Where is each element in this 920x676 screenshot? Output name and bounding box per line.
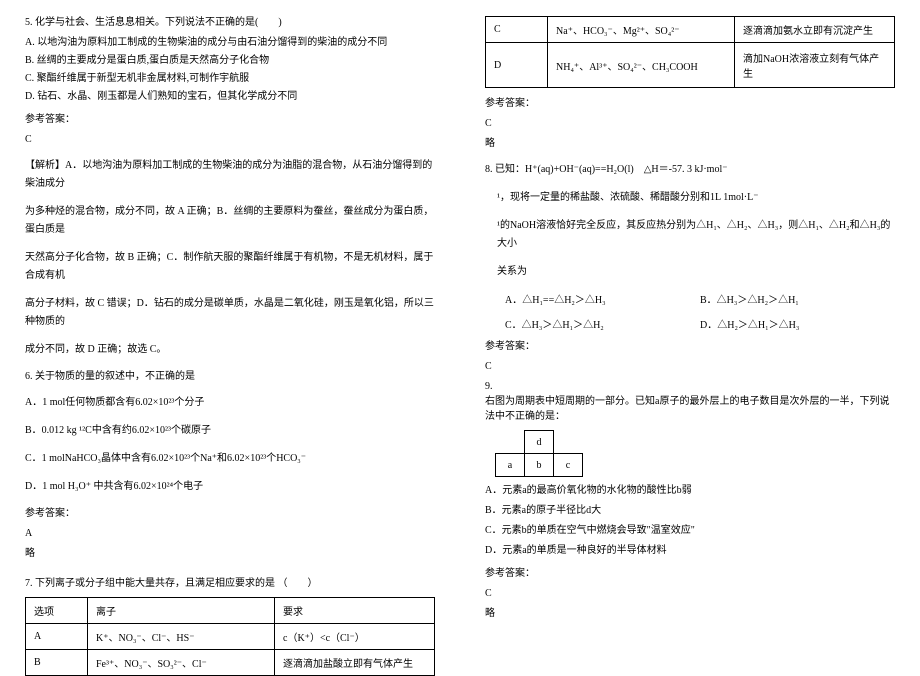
q8-opt-a: A．△H₁==△H₂＞△H₃: [505, 291, 700, 306]
q8-stem-3: ¹的NaOH溶液恰好完全反应，其反应热分别为△H₁、△H₂、△H₃，则△H₁、△…: [485, 217, 895, 253]
cell: 滴加NaOH浓溶液立刻有气体产生: [735, 43, 895, 88]
q9-answer: C: [485, 586, 895, 601]
cell: C: [486, 17, 548, 43]
table-row: a b c: [496, 454, 583, 477]
q8-answer-label: 参考答案：: [485, 339, 895, 354]
q5-expl-3: 天然高分子化合物，故 B 正确；C．制作航天服的聚酯纤维属于有机物，不是无机材料…: [25, 249, 435, 285]
q6-opt-b: B．0.012 kg ¹²C中含有约6.02×10²³个碳原子: [25, 422, 435, 440]
q8-stem-4: 关系为: [485, 263, 895, 281]
q9-answer-label: 参考答案：: [485, 566, 895, 581]
q7-table: 选项 离子 要求 A K⁺、NO₃⁻、Cl⁻、HS⁻ c（K⁺）<c（Cl⁻） …: [25, 597, 435, 676]
table-row: d: [496, 431, 583, 454]
q6-note: 略: [25, 546, 435, 561]
q6-opt-c: C．1 molNaHCO₃晶体中含有6.02×10²³个Na⁺和6.02×10²…: [25, 450, 435, 468]
q8-answer: C: [485, 359, 895, 374]
q7-stem: 7. 下列离子或分子组中能大量共存，且满足相应要求的是 （ ）: [25, 576, 435, 591]
cell-a: a: [496, 454, 525, 477]
cell: B: [26, 650, 88, 676]
cell-c: c: [554, 454, 583, 477]
q9-opt-a: A．元素a的最高价氧化物的水化物的酸性比b弱: [485, 483, 895, 498]
q7-answer: C: [485, 116, 895, 131]
q9-period-table: d a b c: [495, 430, 583, 477]
cell: c（K⁺）<c（Cl⁻）: [275, 624, 435, 650]
table-row: A K⁺、NO₃⁻、Cl⁻、HS⁻ c（K⁺）<c（Cl⁻）: [26, 624, 435, 650]
cell-d: d: [525, 431, 554, 454]
q6-stem: 6. 关于物质的量的叙述中，不正确的是: [25, 369, 435, 384]
q5-expl-5: 成分不同，故 D 正确；故选 C。: [25, 341, 435, 359]
cell-b: b: [525, 454, 554, 477]
q8-stem-1: 8. 已知：H⁺(aq)+OH⁻(aq)==H₂O(l) △H＝-57. 3 k…: [485, 161, 895, 179]
cell: Fe³⁺、NO₃⁻、SO₃²⁻、Cl⁻: [88, 650, 275, 676]
table-row: B Fe³⁺、NO₃⁻、SO₃²⁻、Cl⁻ 逐滴滴加盐酸立即有气体产生: [26, 650, 435, 676]
q7-table-cont: C Na⁺、HCO₃⁻、Mg²⁺、SO₄²⁻ 逐滴滴加氨水立即有沉淀产生 D N…: [485, 16, 895, 88]
cell: D: [486, 43, 548, 88]
cell: Na⁺、HCO₃⁻、Mg²⁺、SO₄²⁻: [548, 17, 735, 43]
table-row: C Na⁺、HCO₃⁻、Mg²⁺、SO₄²⁻ 逐滴滴加氨水立即有沉淀产生: [486, 17, 895, 43]
cell: 逐滴滴加盐酸立即有气体产生: [275, 650, 435, 676]
q6-opt-a: A．1 mol任何物质都含有6.02×10²³个分子: [25, 394, 435, 412]
q6-opt-d: D．1 mol H₃O⁺ 中共含有6.02×10²⁴个电子: [25, 478, 435, 496]
q5-stem: 5. 化学与社会、生活息息相关。下列说法不正确的是( ): [25, 15, 435, 30]
q7-note: 略: [485, 136, 895, 151]
q5-expl-1: 【解析】A．以地沟油为原料加工制成的生物柴油的成分为油脂的混合物，从石油分馏得到…: [25, 157, 435, 193]
q5-expl-4: 高分子材料，故 C 错误；D．钻石的成分是碳单质，水晶是二氧化硅，刚玉是氧化铝，…: [25, 295, 435, 331]
q9-opt-d: D．元素a的单质是一种良好的半导体材料: [485, 543, 895, 558]
q5-opt-c: C. 聚酯纤维属于新型无机非金属材料,可制作宇航服: [25, 71, 435, 86]
cell: K⁺、NO₃⁻、Cl⁻、HS⁻: [88, 624, 275, 650]
q5-opt-d: D. 钻石、水晶、刚玉都是人们熟知的宝石，但其化学成分不同: [25, 89, 435, 104]
q9-opt-b: B．元素a的原子半径比d大: [485, 503, 895, 518]
q9-note: 略: [485, 606, 895, 621]
th-option: 选项: [26, 598, 88, 624]
cell: 逐滴滴加氨水立即有沉淀产生: [735, 17, 895, 43]
q9-stem: 右图为周期表中短周期的一部分。已知a原子的最外层上的电子数目是次外层的一半，下列…: [485, 394, 895, 424]
th-req: 要求: [275, 598, 435, 624]
q6-answer: A: [25, 526, 435, 541]
cell: NH₄⁺、Al³⁺、SO₄²⁻、CH₃COOH: [548, 43, 735, 88]
q8-opt-c: C．△H₃＞△H₁＞△H₂: [505, 316, 700, 331]
q5-opt-b: B. 丝绸的主要成分是蛋白质,蛋白质是天然高分子化合物: [25, 53, 435, 68]
q8-opt-b: B．△H₃＞△H₂＞△H₁: [700, 291, 895, 306]
q8-opt-d: D．△H₂＞△H₁＞△H₃: [700, 316, 895, 331]
q9-opt-c: C．元素b的单质在空气中燃烧会导致"温室效应": [485, 523, 895, 538]
q5-expl-2: 为多种烃的混合物，成分不同，故 A 正确；B．丝绸的主要原料为蚕丝，蚕丝成分为蛋…: [25, 203, 435, 239]
cell: A: [26, 624, 88, 650]
th-ions: 离子: [88, 598, 275, 624]
q7-answer-label: 参考答案：: [485, 96, 895, 111]
q8-stem-2: ¹，现将一定量的稀盐酸、浓硫酸、稀醋酸分别和1L 1mol·L⁻: [485, 189, 895, 207]
table-row: D NH₄⁺、Al³⁺、SO₄²⁻、CH₃COOH 滴加NaOH浓溶液立刻有气体…: [486, 43, 895, 88]
q5-opt-a: A. 以地沟油为原料加工制成的生物柴油的成分与由石油分馏得到的柴油的成分不同: [25, 35, 435, 50]
cell-empty: [554, 431, 583, 454]
q5-answer: C: [25, 132, 435, 147]
q6-answer-label: 参考答案：: [25, 506, 435, 521]
q9-num: 9.: [485, 379, 895, 394]
table-row: 选项 离子 要求: [26, 598, 435, 624]
q5-answer-label: 参考答案：: [25, 112, 435, 127]
cell-empty: [496, 431, 525, 454]
